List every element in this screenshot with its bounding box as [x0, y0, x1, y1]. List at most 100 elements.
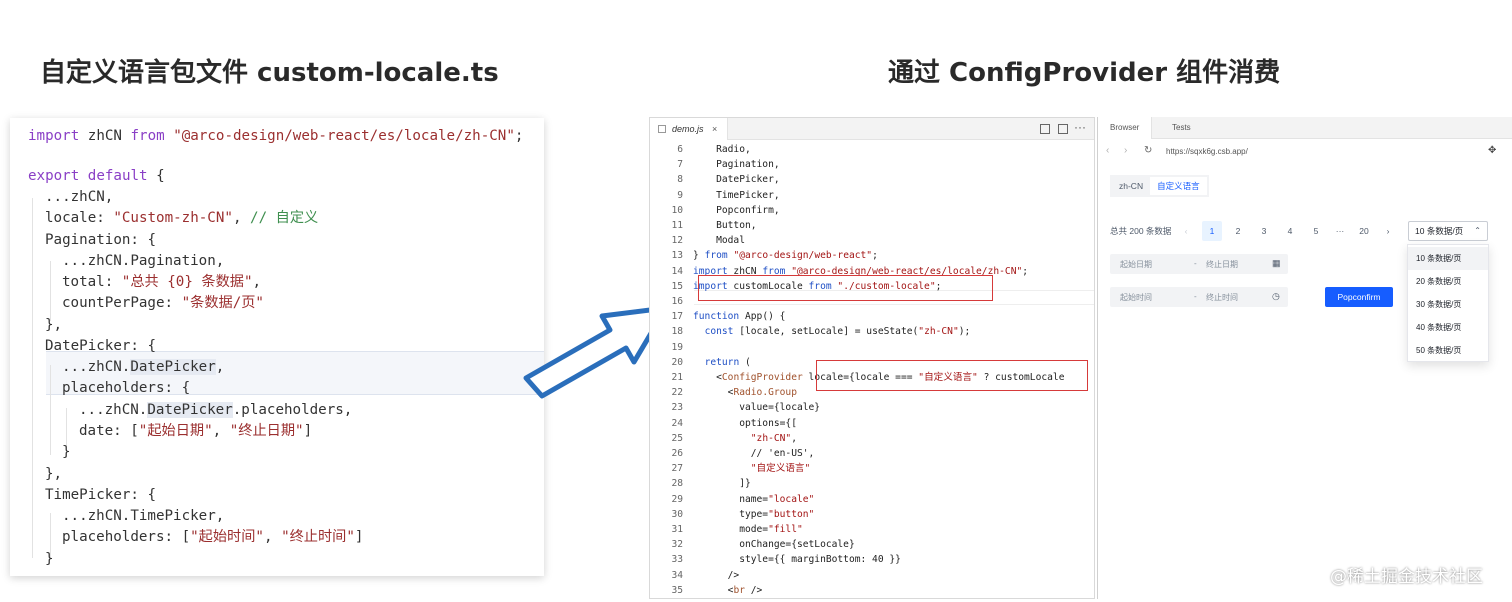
forward-icon[interactable]: › [1124, 145, 1127, 156]
editor-code-line: 27 "自定义语言" [650, 461, 810, 476]
page-ellipsis[interactable]: ··· [1330, 221, 1350, 241]
line-number: 33 [671, 554, 683, 566]
editor-code-line: 29 name="locale" [650, 492, 814, 507]
prev-page-icon[interactable]: ‹ [1176, 221, 1196, 241]
refresh-icon[interactable]: ↻ [1144, 145, 1152, 156]
editor-tab-bar: demo.js × ··· [650, 118, 1094, 140]
code-line: date: ["起始日期", "终止日期"] [79, 423, 313, 439]
line-text: Modal [693, 235, 745, 247]
line-number: 14 [671, 265, 683, 277]
line-number: 12 [671, 235, 683, 247]
line-number: 34 [671, 569, 683, 581]
editor-code-line: 25 "zh-CN", [650, 431, 797, 446]
page-item[interactable]: 2 [1228, 221, 1248, 241]
watermark: @稀土掘金技术社区 [1330, 567, 1483, 587]
page-size-option[interactable]: 30 条数据/页 [1408, 293, 1488, 316]
line-number: 18 [671, 326, 683, 338]
code-line: ...zhCN.DatePicker, [62, 359, 225, 375]
code-line: }, [45, 466, 63, 482]
code-line: Pagination: { [45, 232, 157, 248]
custom-locale-code-card: import zhCN from "@arco-design/web-react… [10, 118, 544, 576]
expand-icon[interactable]: ✥ [1488, 145, 1496, 156]
editor-code-line: 35 <br /> [650, 583, 762, 598]
line-text: options={[ [693, 417, 797, 429]
editor-code-line: 20 return ( [650, 355, 750, 370]
close-icon[interactable]: × [712, 118, 717, 140]
highlight-box-locale-prop [816, 360, 1088, 391]
line-number: 29 [671, 493, 683, 505]
indent-guide [50, 261, 51, 321]
page-item[interactable]: 20 [1354, 221, 1374, 241]
code-line: TimePicker: { [45, 487, 157, 503]
editor-code-line: 9 TimePicker, [650, 188, 780, 203]
editor-code-line: 16 [650, 294, 693, 309]
line-number: 10 [671, 204, 683, 216]
page-size-option[interactable]: 10 条数据/页 [1408, 247, 1488, 270]
editor-code-line: 33 style={{ marginBottom: 40 }} [650, 552, 901, 567]
line-number: 17 [671, 311, 683, 323]
line-number: 28 [671, 478, 683, 490]
editor-code-line: 12 Modal [650, 233, 745, 248]
date-range-picker[interactable]: 起始日期 - 终止日期 ▦ [1110, 254, 1288, 274]
code-line: ...zhCN.DatePicker.placeholders, [79, 402, 353, 418]
time-range-picker[interactable]: 起始时间 - 终止时间 ◷ [1110, 287, 1288, 307]
editor-code-line: 11 Button, [650, 218, 756, 233]
radio-zh-cn[interactable]: zh-CN [1112, 177, 1150, 195]
code-line: DatePicker: { [45, 338, 157, 354]
line-number: 7 [677, 159, 683, 171]
line-text: } from "@arco-design/web-react"; [693, 250, 878, 262]
page-item[interactable]: 4 [1280, 221, 1300, 241]
line-number: 30 [671, 508, 683, 520]
line-number: 8 [677, 174, 683, 186]
line-text: <br /> [693, 584, 763, 596]
page-item[interactable]: 1 [1202, 221, 1222, 241]
line-number: 6 [677, 144, 683, 155]
editor-code-line: 23 value={locale} [650, 400, 820, 415]
pagination-total: 总共 200 条数据 [1110, 226, 1172, 236]
address-bar: ‹ › ↻ https://sqxk6g.csb.app/ ✥ [1098, 139, 1512, 165]
more-icon[interactable]: ··· [1074, 120, 1086, 134]
line-text: Pagination, [693, 159, 780, 171]
line-number: 27 [671, 463, 683, 475]
chevron-up-icon: ⌃ [1474, 226, 1481, 235]
line-text: ]} [693, 478, 751, 490]
page-size-value: 10 条数据/页 [1415, 226, 1464, 236]
end-date-placeholder: 终止日期 [1206, 260, 1238, 269]
next-page-icon[interactable]: › [1378, 221, 1398, 241]
line-text: TimePicker, [693, 189, 780, 201]
popconfirm-button[interactable]: Popconfirm [1325, 287, 1393, 307]
tab-demo-js[interactable]: demo.js × [650, 118, 728, 140]
line-text: name="locale" [693, 493, 815, 505]
editor-code-line: 10 Popconfirm, [650, 203, 779, 218]
line-number: 24 [671, 417, 683, 429]
radio-custom-locale[interactable]: 自定义语言 [1150, 177, 1207, 195]
line-text: type="button" [693, 508, 815, 520]
line-number: 26 [671, 448, 683, 459]
back-icon[interactable]: ‹ [1106, 145, 1109, 156]
tab-tests[interactable]: Tests [1160, 117, 1203, 139]
calendar-icon: ▦ [1272, 258, 1281, 268]
code-line: placeholders: ["起始时间", "终止时间"] [62, 529, 364, 545]
page-item[interactable]: 3 [1254, 221, 1274, 241]
clock-icon: ◷ [1272, 291, 1280, 301]
editor-code-line: 18 const [locale, setLocale] = useState(… [650, 324, 970, 339]
line-text: Radio, [693, 144, 751, 155]
page-item[interactable]: 5 [1306, 221, 1326, 241]
tab-browser[interactable]: Browser [1098, 117, 1153, 139]
tab-label: demo.js [672, 124, 704, 134]
split-editor-icon[interactable] [1040, 124, 1050, 134]
editor-code-line: 26 // 'en-US', [650, 446, 814, 461]
page-size-select[interactable]: 10 条数据/页 ⌃ [1408, 221, 1488, 241]
editor-code-line: 31 mode="fill" [650, 522, 802, 537]
url-field[interactable]: https://sqxk6g.csb.app/ [1166, 147, 1248, 156]
page-size-option[interactable]: 20 条数据/页 [1408, 270, 1488, 293]
page-size-option[interactable]: 40 条数据/页 [1408, 316, 1488, 339]
range-separator: - [1194, 259, 1197, 268]
page-size-option[interactable]: 50 条数据/页 [1408, 339, 1488, 362]
line-number: 21 [671, 372, 683, 383]
file-icon [658, 125, 666, 133]
preview-icon[interactable] [1058, 124, 1068, 134]
line-number: 16 [671, 296, 683, 307]
editor-code-line: 22 <Radio.Group [650, 385, 797, 400]
code-line: } [62, 444, 71, 460]
